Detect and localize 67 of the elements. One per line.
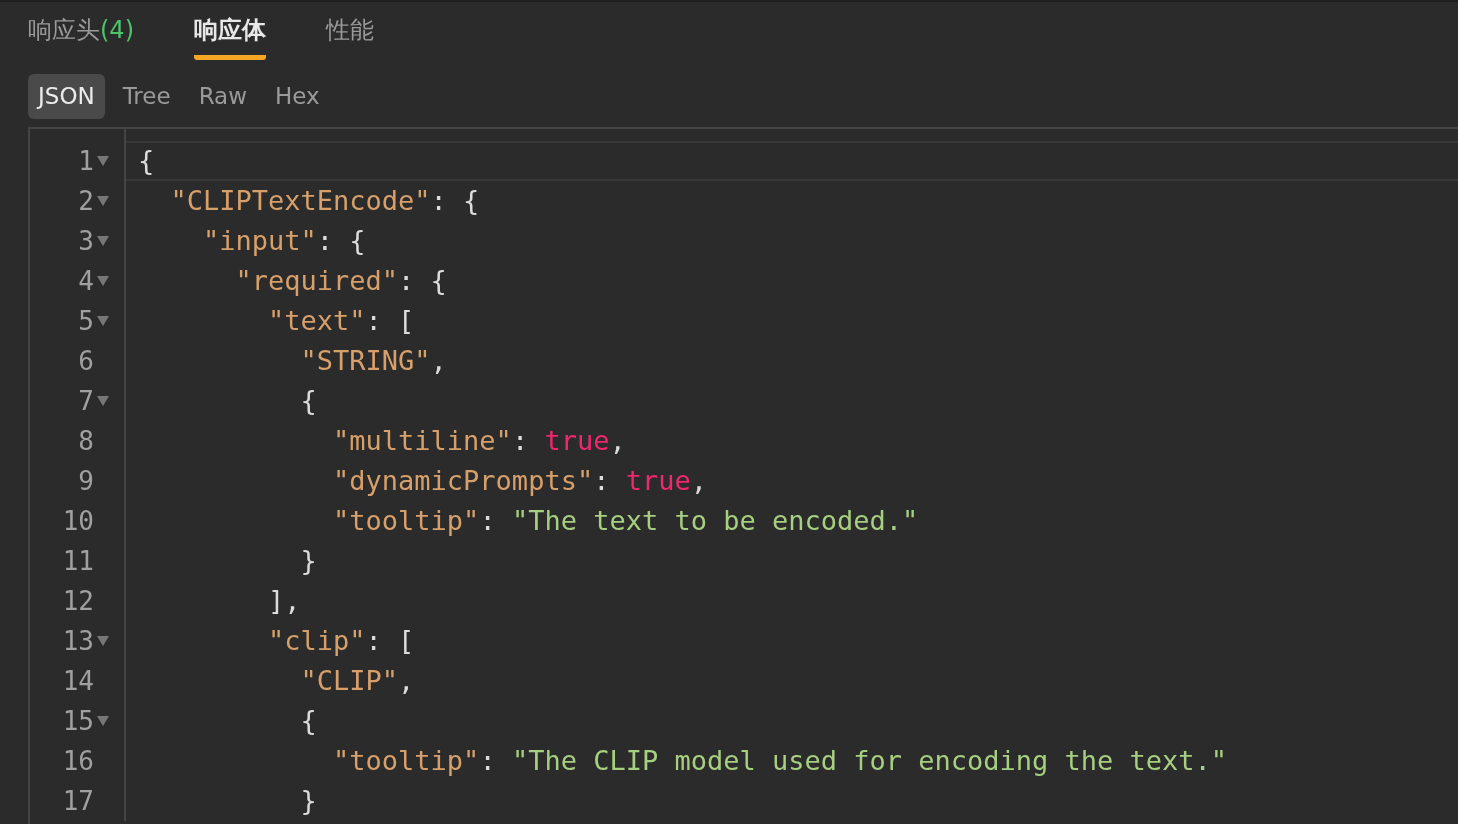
json-punctuation: } [299, 785, 317, 816]
json-string: "The CLIP model used for encoding the text." [511, 745, 1228, 776]
fold-arrow-icon[interactable] [96, 156, 110, 166]
json-punctuation: } [299, 545, 317, 576]
line-number: 6 [78, 346, 94, 376]
view-tab[interactable]: JSON [28, 74, 105, 119]
json-punctuation: : [593, 465, 611, 496]
line-number: 17 [62, 786, 94, 816]
json-punctuation: : [479, 745, 497, 776]
json-punctuation: { [138, 145, 155, 176]
line-number: 7 [78, 386, 94, 416]
line-number: 10 [62, 506, 94, 536]
fold-arrow-icon[interactable] [96, 276, 110, 286]
line-number: 16 [62, 746, 94, 776]
json-punctuation: : { [398, 265, 447, 296]
json-key: "clip" [138, 625, 366, 656]
json-key: "text" [138, 305, 366, 336]
fold-arrow-icon[interactable] [96, 636, 110, 646]
tab[interactable]: 响应头(4) [28, 12, 134, 60]
line-number: 13 [62, 626, 94, 656]
json-punctuation: : [511, 425, 530, 456]
line-number: 4 [78, 266, 94, 296]
tab[interactable]: 响应体 [194, 12, 266, 60]
json-key: "multiline" [138, 425, 512, 456]
json-boolean: true [544, 425, 610, 456]
json-string: "The text to be encoded." [511, 505, 919, 536]
json-punctuation: { [299, 705, 317, 736]
line-number: 15 [62, 706, 94, 736]
fold-arrow-icon[interactable] [96, 396, 110, 406]
line-number: 12 [62, 586, 94, 616]
line-number: 9 [78, 466, 94, 496]
json-punctuation: ], [267, 585, 301, 616]
json-key: "input" [138, 225, 317, 256]
json-punctuation: : [ [365, 305, 415, 336]
json-key: "STRING" [138, 345, 431, 376]
line-number: 11 [62, 546, 94, 576]
json-boolean: true [625, 465, 691, 496]
fold-arrow-icon[interactable] [96, 716, 110, 726]
json-key: "dynamicPrompts" [138, 465, 594, 496]
line-number: 14 [62, 666, 94, 696]
fold-arrow-icon[interactable] [96, 196, 110, 206]
json-key: "CLIP" [138, 665, 399, 696]
json-punctuation: , [690, 465, 707, 496]
json-punctuation: , [398, 665, 415, 696]
json-key: "required" [138, 265, 399, 296]
code-editor[interactable] [28, 127, 1458, 824]
line-number: 1 [78, 146, 94, 176]
json-key: "CLIPTextEncode" [138, 185, 431, 216]
json-punctuation: , [609, 425, 626, 456]
view-tab[interactable]: Tree [112, 74, 181, 119]
json-punctuation: { [299, 385, 317, 416]
view-tab[interactable]: Raw [188, 74, 257, 119]
view-tab[interactable]: Hex [265, 74, 330, 119]
line-number: 3 [78, 226, 94, 256]
line-number: 5 [78, 306, 94, 336]
json-punctuation: : { [430, 185, 480, 216]
fold-arrow-icon[interactable] [96, 236, 110, 246]
json-key: "tooltip" [138, 505, 480, 536]
line-number: 2 [78, 186, 94, 216]
fold-arrow-icon[interactable] [96, 316, 110, 326]
json-punctuation: , [430, 345, 447, 376]
json-punctuation: : { [316, 225, 366, 256]
json-punctuation: : [ [365, 625, 415, 656]
tab[interactable]: 性能 [326, 12, 374, 60]
line-number: 8 [78, 426, 94, 456]
json-key: "tooltip" [138, 745, 480, 776]
json-punctuation: : [479, 505, 497, 536]
